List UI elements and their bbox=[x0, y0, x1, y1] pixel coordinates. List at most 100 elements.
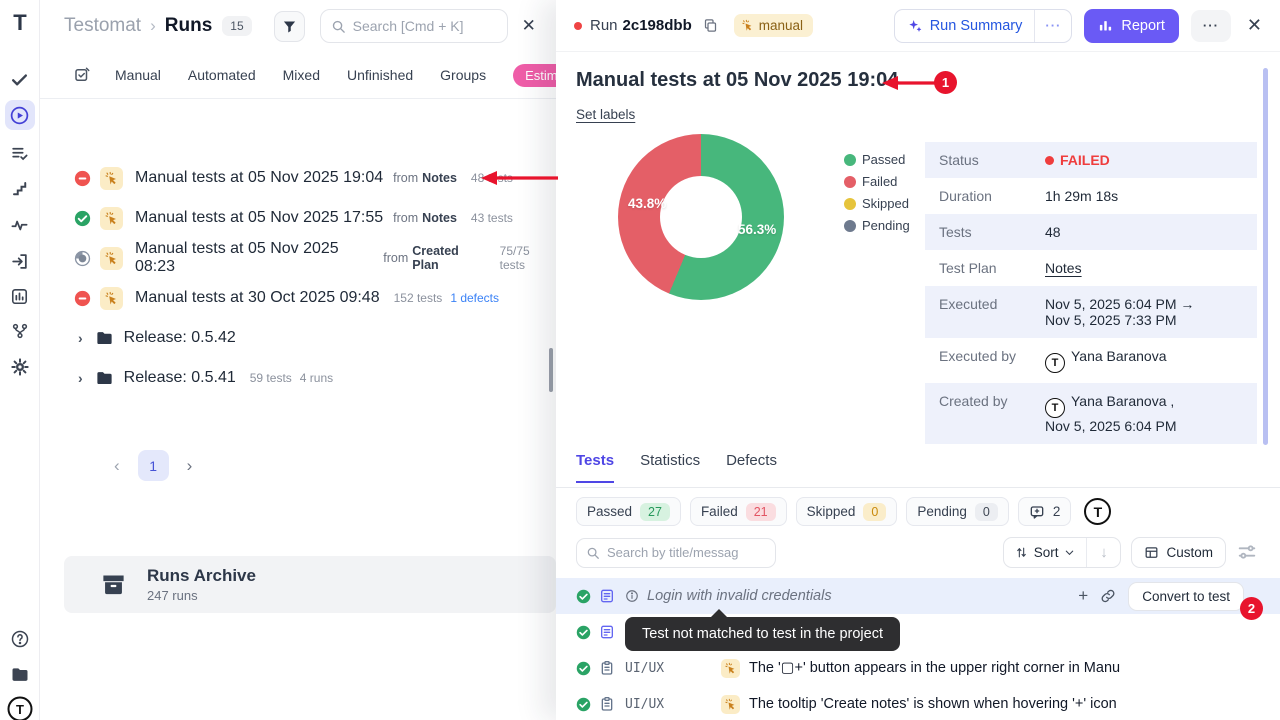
failed-legend-dot bbox=[844, 176, 856, 188]
test-title[interactable]: The '▢+' button appears in the upper rig… bbox=[749, 660, 1120, 676]
passed-chip[interactable]: Passed27 bbox=[576, 497, 681, 526]
release-row[interactable]: › Release: 0.5.42 bbox=[40, 318, 556, 358]
test-row[interactable]: UI/UX The '▢+' button appears in the upp… bbox=[556, 650, 1280, 686]
passed-check-icon bbox=[576, 625, 591, 640]
avatar: T bbox=[1045, 398, 1065, 418]
release-row[interactable]: › Release: 0.5.41 59 tests 4 runs bbox=[40, 358, 556, 398]
runs-filter-tabs: Manual Automated Mixed Unfinished Groups… bbox=[40, 52, 556, 99]
run-title[interactable]: Manual tests at 05 Nov 2025 17:55 bbox=[135, 209, 383, 227]
help-icon[interactable] bbox=[5, 624, 35, 654]
comments-chip[interactable]: 2 bbox=[1018, 497, 1072, 526]
sign-in-icon[interactable] bbox=[5, 246, 35, 276]
runs-search-input[interactable] bbox=[353, 18, 493, 34]
custom-view-button[interactable]: Custom bbox=[1131, 537, 1226, 568]
run-row[interactable]: Manual tests at 05 Nov 2025 08:23 from C… bbox=[40, 238, 556, 278]
run-row[interactable]: Manual tests at 05 Nov 2025 19:04 from N… bbox=[40, 158, 556, 198]
play-circle-icon[interactable] bbox=[5, 100, 35, 130]
run-row[interactable]: Manual tests at 05 Nov 2025 17:55 from N… bbox=[40, 198, 556, 238]
branch-icon[interactable] bbox=[5, 316, 35, 346]
run-row[interactable]: Manual tests at 30 Oct 2025 09:48 152 te… bbox=[40, 278, 556, 318]
more-options-button[interactable]: ··· bbox=[1191, 10, 1231, 42]
legend-item: Pending bbox=[844, 218, 910, 233]
sliders-icon[interactable] bbox=[1236, 541, 1260, 565]
legend-item: Passed bbox=[844, 152, 910, 167]
activity-icon[interactable] bbox=[5, 210, 35, 240]
test-title[interactable]: The tooltip 'Create notes' is shown when… bbox=[749, 696, 1117, 712]
test-row[interactable]: Login with invalid credentials + Convert… bbox=[556, 578, 1280, 614]
tooltip: Test not matched to test in the project bbox=[625, 617, 900, 651]
next-page-icon[interactable]: › bbox=[187, 456, 193, 476]
runs-list-scrollbar[interactable] bbox=[549, 348, 553, 392]
tab-manual[interactable]: Manual bbox=[115, 67, 161, 83]
chip-label: Pending bbox=[917, 504, 967, 519]
copy-icon[interactable] bbox=[703, 18, 718, 33]
folder-icon[interactable] bbox=[5, 660, 35, 690]
failed-chip[interactable]: Failed21 bbox=[690, 497, 787, 526]
add-icon[interactable]: + bbox=[1078, 586, 1088, 606]
release-tests-count: 59 tests bbox=[250, 371, 292, 385]
run-summary-button[interactable]: Run Summary bbox=[895, 10, 1035, 42]
run-tests-count: 152 tests bbox=[394, 291, 443, 305]
archive-count: 247 runs bbox=[147, 588, 256, 603]
failed-slice-label: 43.8% bbox=[628, 196, 666, 211]
run-title[interactable]: Manual tests at 05 Nov 2025 08:23 bbox=[135, 240, 373, 276]
passed-check-icon bbox=[576, 661, 591, 676]
in-progress-status-icon bbox=[74, 250, 91, 267]
tab-automated[interactable]: Automated bbox=[188, 67, 256, 83]
sort-button[interactable]: Sort bbox=[1004, 538, 1087, 567]
check-icon[interactable] bbox=[5, 64, 35, 94]
tests-search[interactable] bbox=[576, 538, 776, 568]
tab-groups[interactable]: Groups bbox=[440, 67, 486, 83]
skipped-chip[interactable]: Skipped0 bbox=[796, 497, 898, 526]
chevron-right-icon[interactable]: › bbox=[78, 330, 83, 346]
detail-scrollbar[interactable] bbox=[1263, 68, 1268, 445]
release-title[interactable]: Release: 0.5.42 bbox=[124, 329, 236, 347]
run-defects-link[interactable]: 1 defects bbox=[450, 291, 499, 305]
runs-archive[interactable]: Runs Archive 247 runs bbox=[64, 556, 556, 613]
steps-icon[interactable] bbox=[5, 174, 35, 204]
run-summary-more-button[interactable]: ··· bbox=[1034, 10, 1071, 42]
filter-button[interactable] bbox=[274, 11, 305, 42]
chart-box-icon[interactable] bbox=[5, 281, 35, 311]
test-title[interactable]: Login with invalid credentials bbox=[647, 588, 832, 604]
test-row-actions: + Convert to test bbox=[1078, 578, 1244, 614]
info-row-created-by: Created by TYana Baranova ,Nov 5, 2025 6… bbox=[925, 383, 1257, 444]
folder-icon bbox=[95, 329, 114, 348]
manual-badge: manual bbox=[734, 14, 813, 37]
assignee-avatar[interactable]: T bbox=[1084, 498, 1111, 525]
sort-direction-button[interactable]: ↓ bbox=[1086, 538, 1120, 567]
gear-icon[interactable] bbox=[5, 352, 35, 382]
close-panel-icon[interactable]: ✕ bbox=[1247, 15, 1262, 36]
convert-to-test-button[interactable]: Convert to test bbox=[1128, 582, 1244, 611]
run-title[interactable]: Manual tests at 30 Oct 2025 09:48 bbox=[135, 289, 380, 307]
detail-actions: Run Summary ··· Report ··· ✕ bbox=[894, 9, 1262, 43]
breadcrumb-project[interactable]: Testomat bbox=[64, 15, 141, 37]
search-clear-icon[interactable]: ✕ bbox=[522, 16, 536, 36]
list-check-icon[interactable] bbox=[5, 138, 35, 168]
link-icon[interactable] bbox=[1100, 588, 1116, 604]
run-title[interactable]: Manual tests at 05 Nov 2025 19:04 bbox=[135, 169, 383, 187]
chevron-right-icon[interactable]: › bbox=[78, 370, 83, 386]
select-runs-icon[interactable] bbox=[73, 66, 91, 84]
tab-statistics[interactable]: Statistics bbox=[640, 452, 700, 481]
annotation-badge-2: 2 bbox=[1240, 597, 1263, 620]
search-icon bbox=[331, 19, 346, 34]
runs-search[interactable] bbox=[320, 9, 508, 43]
user-avatar[interactable]: T bbox=[5, 694, 35, 720]
page-number[interactable]: 1 bbox=[138, 450, 169, 481]
prev-page-icon[interactable]: ‹ bbox=[114, 456, 120, 476]
test-row[interactable]: UI/UX The tooltip 'Create notes' is show… bbox=[556, 686, 1280, 720]
tab-unfinished[interactable]: Unfinished bbox=[347, 67, 413, 83]
test-plan-link[interactable]: Notes bbox=[1045, 260, 1082, 276]
test-tag: UI/UX bbox=[625, 697, 721, 712]
tab-defects[interactable]: Defects bbox=[726, 452, 777, 481]
set-labels-link[interactable]: Set labels bbox=[576, 107, 635, 122]
tests-search-input[interactable] bbox=[607, 545, 762, 560]
tab-tests[interactable]: Tests bbox=[576, 452, 614, 483]
report-button[interactable]: Report bbox=[1084, 9, 1179, 43]
release-title[interactable]: Release: 0.5.41 bbox=[124, 369, 236, 387]
tab-mixed[interactable]: Mixed bbox=[283, 67, 320, 83]
pending-chip[interactable]: Pending0 bbox=[906, 497, 1009, 526]
app-logo[interactable]: T bbox=[5, 8, 35, 38]
executed-range-start: Nov 5, 2025 6:04 PM → bbox=[1045, 296, 1194, 312]
